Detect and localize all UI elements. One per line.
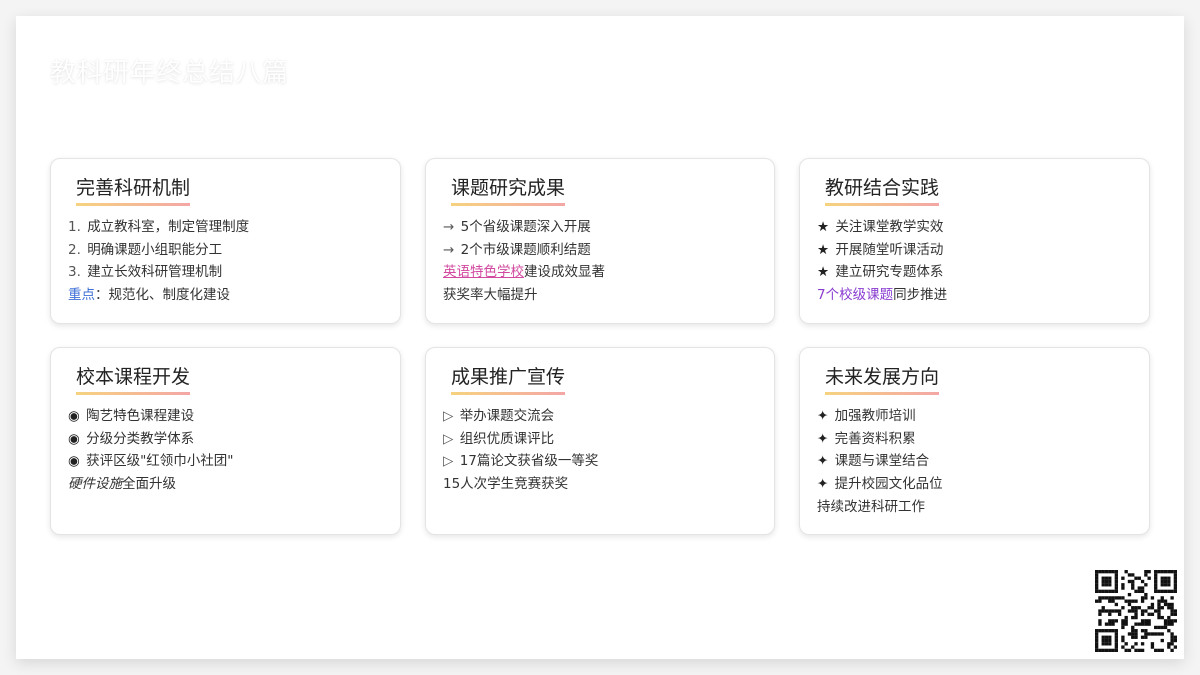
list-item: ◉ 获评区级"红领巾小社团" — [68, 450, 384, 473]
item-text: 提升校园文化品位 — [834, 476, 943, 493]
item-text: 举办课题交流会 — [459, 408, 555, 424]
item-highlight: 重点 — [68, 287, 95, 304]
item-prefix: 1. — [68, 219, 81, 235]
item-text: 明确课题小组职能分工 — [87, 241, 223, 258]
list-item: ✦ 加强教师培训 — [817, 405, 1133, 428]
list-item: ▷ 17篇论文获省级一等奖 — [443, 450, 758, 473]
triangle-icon: ▷ — [443, 453, 454, 470]
list-item: ◉ 陶艺特色课程建设 — [68, 405, 384, 428]
card-title: 校本课程开发 — [76, 364, 191, 395]
triangle-icon: ▷ — [443, 430, 454, 447]
card-items: ✦ 加强教师培训 ✦ 完善资料积累 ✦ 课题与课堂结合 ✦ 提升校园文化品位 持… — [817, 405, 1133, 519]
list-item: 3. 建立长效科研管理机制 — [68, 261, 384, 284]
card-title: 成果推广宣传 — [451, 364, 566, 395]
card-research-mechanism: 完善科研机制 1. 成立教科室，制定管理制度 2. 明确课题小组职能分工 3. … — [50, 158, 401, 324]
item-text: 建立研究专题体系 — [835, 264, 944, 281]
item-text: 课题与课堂结合 — [834, 453, 930, 470]
list-item: ▷ 举办课题交流会 — [443, 405, 758, 428]
sparkle-icon: ✦ — [817, 430, 829, 447]
list-item: ★ 开展随堂听课活动 — [817, 239, 1133, 262]
arrow-icon: → — [443, 219, 455, 235]
radio-dot-icon: ◉ — [68, 430, 80, 447]
item-text: 15人次学生竞赛获奖 — [443, 476, 569, 493]
item-text: 分级分类教学体系 — [86, 430, 195, 447]
card-items: ★ 关注课堂教学实效 ★ 开展随堂听课活动 ★ 建立研究专题体系 7个校级课题同… — [817, 216, 1133, 307]
item-highlight: 7个校级课题 — [817, 287, 894, 304]
card-items: → 5个省级课题深入开展 → 2个市级课题顺利结题 英语特色学校建设成效显著 获… — [443, 216, 758, 307]
item-text: 陶艺特色课程建设 — [86, 408, 195, 424]
sparkle-icon: ✦ — [817, 408, 829, 424]
triangle-icon: ▷ — [443, 408, 454, 424]
card-items: ◉ 陶艺特色课程建设 ◉ 分级分类教学体系 ◉ 获评区级"红领巾小社团" 硬件设… — [68, 405, 384, 496]
list-item: 1. 成立教科室，制定管理制度 — [68, 216, 384, 239]
list-item: ✦ 完善资料积累 — [817, 428, 1133, 451]
item-prefix: 3. — [68, 264, 81, 281]
card-research-results: 课题研究成果 → 5个省级课题深入开展 → 2个市级课题顺利结题 英语特色学校建… — [425, 158, 775, 324]
qr-code-graphic — [1095, 570, 1178, 653]
item-text: 获评区级"红领巾小社团" — [86, 453, 234, 470]
qr-code-icon — [1095, 570, 1178, 653]
item-text: 组织优质课评比 — [459, 430, 555, 447]
star-icon: ★ — [817, 241, 830, 258]
card-title: 完善科研机制 — [76, 175, 191, 206]
item-text: 5个省级课题深入开展 — [460, 219, 591, 235]
list-item: ★ 建立研究专题体系 — [817, 261, 1133, 284]
list-item: 持续改进科研工作 — [817, 496, 1133, 519]
list-item: → 2个市级课题顺利结题 — [443, 239, 758, 262]
list-item: 重点：规范化、制度化建设 — [68, 284, 384, 307]
item-text: 2个市级课题顺利结题 — [460, 241, 591, 258]
item-highlight: 硬件设施 — [68, 476, 122, 493]
card-title: 教研结合实践 — [825, 175, 940, 206]
item-text: 全面升级 — [122, 476, 176, 493]
list-item: ▷ 组织优质课评比 — [443, 428, 758, 451]
page-title: 教科研年终总结八篇 — [50, 58, 289, 88]
list-item: ✦ 提升校园文化品位 — [817, 473, 1133, 496]
list-item: 硬件设施全面升级 — [68, 473, 384, 496]
item-text: 17篇论文获省级一等奖 — [459, 453, 599, 470]
arrow-icon: → — [443, 241, 455, 258]
card-items: ▷ 举办课题交流会 ▷ 组织优质课评比 ▷ 17篇论文获省级一等奖 15人次学生… — [443, 405, 758, 496]
item-text: 完善资料积累 — [834, 430, 916, 447]
item-text: 成立教科室，制定管理制度 — [87, 219, 250, 235]
list-item: 2. 明确课题小组职能分工 — [68, 239, 384, 262]
star-icon: ★ — [817, 219, 830, 235]
list-item: ★ 关注课堂教学实效 — [817, 216, 1133, 239]
item-text: 持续改进科研工作 — [817, 498, 925, 515]
star-icon: ★ — [817, 264, 830, 281]
item-text: ：规范化、制度化建设 — [95, 287, 230, 304]
sparkle-icon: ✦ — [817, 476, 829, 493]
list-item: ✦ 课题与课堂结合 — [817, 450, 1133, 473]
list-item: 15人次学生竞赛获奖 — [443, 473, 758, 496]
list-item: 7个校级课题同步推进 — [817, 284, 1133, 307]
card-future-direction: 未来发展方向 ✦ 加强教师培训 ✦ 完善资料积累 ✦ 课题与课堂结合 ✦ 提升校… — [799, 347, 1150, 535]
card-title: 未来发展方向 — [825, 364, 940, 395]
card-promotion: 成果推广宣传 ▷ 举办课题交流会 ▷ 组织优质课评比 ▷ 17篇论文获省级一等奖… — [425, 347, 775, 535]
card-title: 课题研究成果 — [451, 175, 566, 206]
card-school-curriculum: 校本课程开发 ◉ 陶艺特色课程建设 ◉ 分级分类教学体系 ◉ 获评区级"红领巾小… — [50, 347, 401, 535]
item-text: 建立长效科研管理机制 — [87, 264, 223, 281]
item-prefix: 2. — [68, 241, 81, 258]
item-text: 同步推进 — [893, 287, 948, 304]
card-teaching-practice: 教研结合实践 ★ 关注课堂教学实效 ★ 开展随堂听课活动 ★ 建立研究专题体系 … — [799, 158, 1150, 324]
radio-dot-icon: ◉ — [68, 453, 80, 470]
slide: 教科研年终总结八篇 — [16, 16, 1184, 659]
list-item: 英语特色学校建设成效显著 — [443, 261, 758, 284]
item-text: 建设成效显著 — [524, 264, 605, 281]
item-text: 获奖率大幅提升 — [443, 287, 538, 304]
card-items: 1. 成立教科室，制定管理制度 2. 明确课题小组职能分工 3. 建立长效科研管… — [68, 216, 384, 307]
item-text: 加强教师培训 — [834, 408, 916, 424]
list-item: → 5个省级课题深入开展 — [443, 216, 758, 239]
list-item: ◉ 分级分类教学体系 — [68, 428, 384, 451]
list-item: 获奖率大幅提升 — [443, 284, 758, 307]
item-text: 开展随堂听课活动 — [835, 241, 944, 258]
radio-dot-icon: ◉ — [68, 408, 80, 424]
sparkle-icon: ✦ — [817, 453, 829, 470]
item-link[interactable]: 英语特色学校 — [443, 264, 524, 280]
item-text: 关注课堂教学实效 — [835, 219, 944, 235]
